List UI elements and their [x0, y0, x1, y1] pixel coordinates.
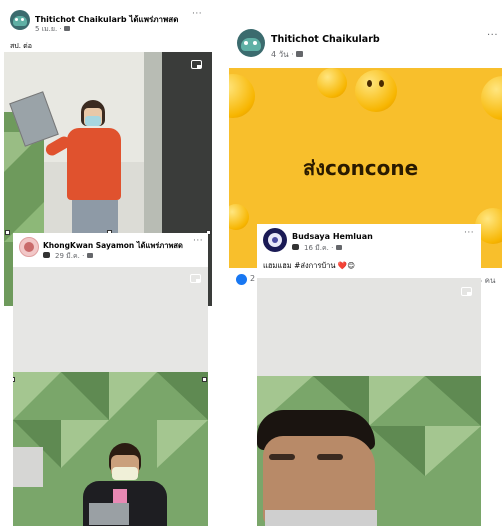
emoji [355, 70, 397, 112]
avatar[interactable] [10, 10, 30, 30]
audience-icon [43, 252, 50, 258]
like-reaction-icon[interactable] [236, 274, 247, 285]
post-time[interactable]: 29 มี.ค. · [55, 252, 87, 260]
audience-icon [292, 244, 299, 250]
more-options-icon[interactable]: ··· [192, 9, 202, 19]
reel-icon[interactable] [461, 287, 472, 296]
person [75, 443, 175, 526]
reel-icon[interactable] [191, 60, 202, 69]
post-time[interactable]: 5 เม.ย. · [35, 25, 64, 33]
emoji [229, 204, 249, 230]
globe-icon [86, 253, 93, 258]
more-options-icon[interactable]: ··· [464, 228, 474, 238]
post-meta: 4 วัน · [271, 48, 304, 61]
live-video[interactable] [257, 278, 481, 526]
emoji [229, 74, 255, 118]
more-options-icon[interactable]: ··· [193, 236, 203, 246]
banner-text: ส่งconcone [303, 156, 419, 180]
post-card-4: Budsaya Hemluan 16 มี.ค. · ··· แฮมแฮม #ส… [257, 224, 481, 526]
emoji [481, 76, 502, 120]
post-card-3: KhongKwan Sayamon ได้แพร่ภาพสด 29 มี.ค. … [13, 233, 208, 526]
reel-icon[interactable] [190, 274, 201, 283]
post-meta: 5 เม.ย. · [35, 24, 70, 35]
reaction-count[interactable]: 2 [250, 274, 255, 283]
avatar[interactable] [19, 237, 39, 257]
post-author[interactable]: Budsaya Hemluan [292, 232, 373, 241]
more-options-icon[interactable]: ··· [487, 30, 498, 41]
post-time[interactable]: 16 มี.ค. · [304, 244, 336, 252]
globe-icon [296, 51, 304, 57]
person [257, 410, 381, 526]
post-author[interactable]: Thitichot Chaikularb [271, 34, 380, 45]
emoji [317, 68, 347, 98]
globe-icon [335, 245, 342, 250]
avatar[interactable] [263, 228, 287, 252]
post-meta: 29 มี.ค. · [43, 251, 93, 262]
post-meta: 16 มี.ค. · [292, 243, 342, 254]
avatar[interactable] [237, 29, 265, 57]
post-caption: แฮมแฮม #ส่งการบ้าน ❤️😊 [263, 261, 356, 270]
live-video[interactable] [13, 267, 208, 526]
post-caption: สป. ต่อ [10, 42, 32, 50]
globe-icon [63, 26, 70, 31]
post-time[interactable]: 4 วัน · [271, 50, 296, 59]
